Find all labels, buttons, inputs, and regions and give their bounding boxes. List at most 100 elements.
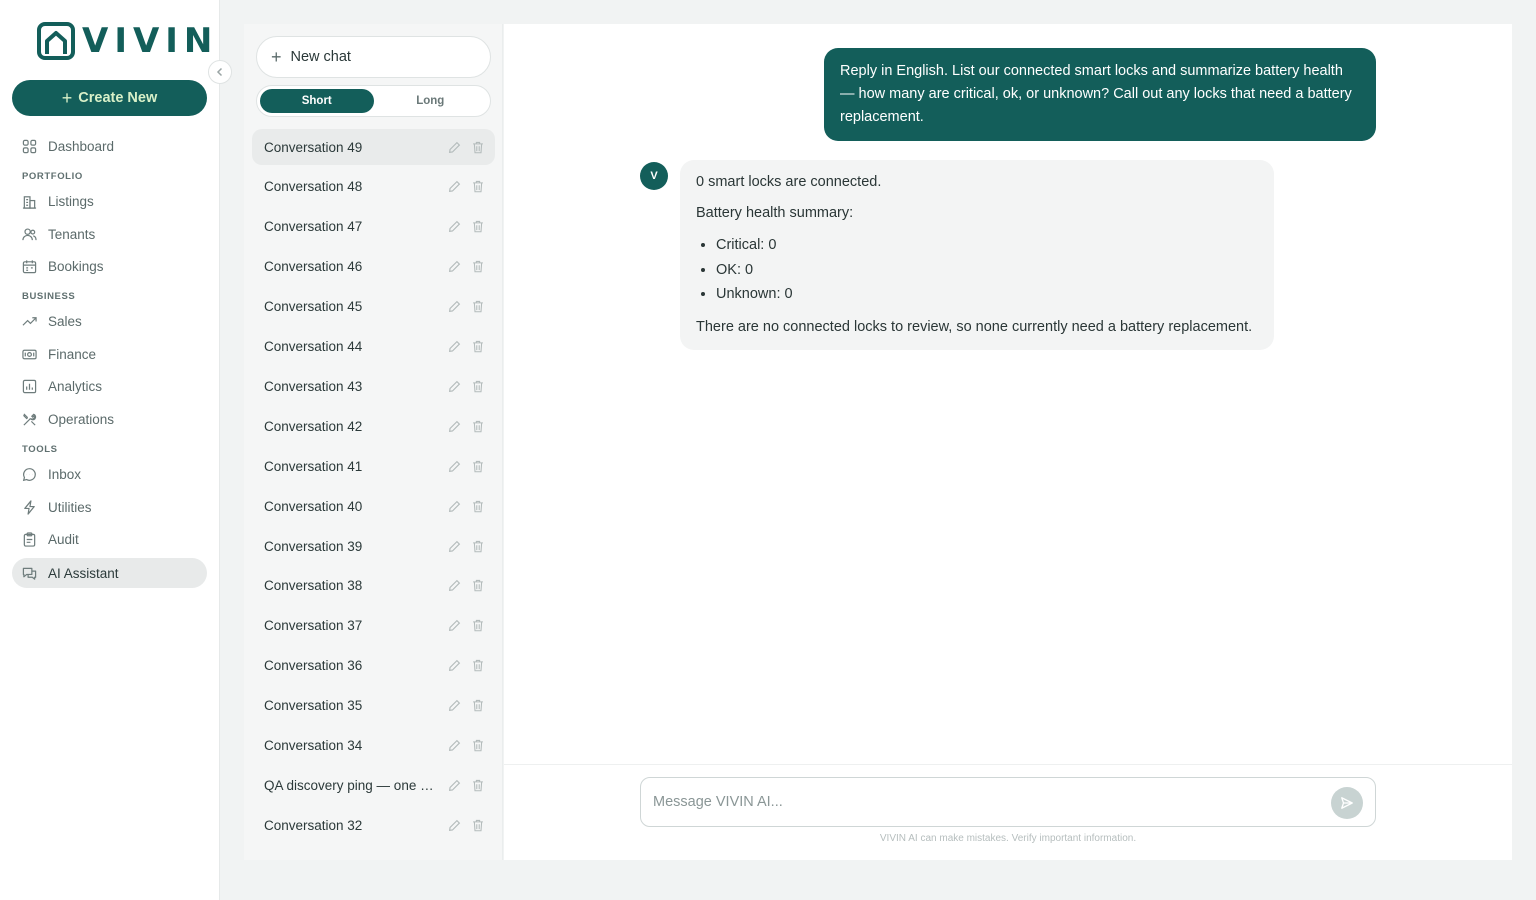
trash-icon[interactable]: [471, 778, 485, 792]
trash-icon[interactable]: [471, 659, 485, 673]
vivin-logo[interactable]: VIVIN: [36, 21, 218, 61]
sidebar-item-label: Audit: [48, 531, 79, 547]
new-chat-button[interactable]: + New chat: [256, 36, 491, 78]
trash-icon[interactable]: [471, 739, 485, 753]
conversation-item[interactable]: Conversation 40: [252, 488, 495, 524]
trash-icon[interactable]: [471, 140, 485, 154]
pencil-icon[interactable]: [447, 499, 461, 513]
pencil-icon[interactable]: [447, 459, 461, 473]
conversation-item[interactable]: Conversation 41: [252, 448, 495, 484]
conversation-title: Conversation 49: [264, 139, 363, 155]
trash-icon[interactable]: [471, 419, 485, 433]
conversation-actions: [447, 528, 485, 564]
pencil-icon[interactable]: [447, 379, 461, 393]
conversation-item[interactable]: Conversation 36: [252, 648, 495, 684]
sidebar-item-sales[interactable]: Sales: [12, 306, 207, 336]
disclaimer: VIVIN AI can make mistakes. Verify impor…: [879, 833, 1137, 844]
pencil-icon[interactable]: [447, 300, 461, 314]
trash-icon[interactable]: [471, 300, 485, 314]
sidebar-item-bookings[interactable]: Bookings: [12, 251, 207, 281]
sidebar-item-utilities[interactable]: Utilities: [12, 492, 207, 522]
send-button[interactable]: [1331, 787, 1363, 819]
toggle-long[interactable]: Long: [374, 89, 488, 113]
conversation-title: Conversation 40: [264, 498, 363, 514]
conversation-item[interactable]: Conversation 45: [252, 289, 495, 325]
pencil-icon[interactable]: [447, 140, 461, 154]
sidebar-item-dashboard[interactable]: Dashboard: [12, 131, 207, 161]
pencil-icon[interactable]: [447, 739, 461, 753]
trash-icon[interactable]: [471, 539, 485, 553]
trash-icon[interactable]: [471, 379, 485, 393]
message-circle-icon: [21, 466, 37, 482]
sidebar-item-label: Dashboard: [48, 138, 115, 154]
message-input[interactable]: [653, 794, 1313, 810]
assistant-message: 0 smart locks are connected. Battery hea…: [680, 160, 1274, 350]
trash-icon[interactable]: [471, 340, 485, 354]
trash-icon[interactable]: [471, 699, 485, 713]
trash-icon[interactable]: [471, 499, 485, 513]
trash-icon[interactable]: [471, 818, 485, 832]
bar-chart-icon: [21, 378, 37, 394]
conversation-item[interactable]: Conversation 48: [252, 169, 495, 205]
list-item: Critical: 0: [716, 233, 1258, 258]
conversation-item[interactable]: Conversation 37: [252, 608, 495, 644]
new-chat-label: New chat: [290, 49, 351, 65]
conversation-item[interactable]: Conversation 38: [252, 568, 495, 604]
trash-icon[interactable]: [471, 459, 485, 473]
send-icon: [1341, 797, 1353, 809]
pencil-icon[interactable]: [447, 659, 461, 673]
conversation-item[interactable]: Conversation 44: [252, 329, 495, 365]
create-new-button[interactable]: + Create New: [12, 80, 207, 116]
pencil-icon[interactable]: [447, 260, 461, 274]
conversation-item[interactable]: Conversation 34: [252, 728, 495, 764]
sidebar-item-ai-assistant[interactable]: AI Assistant: [12, 558, 207, 588]
pencil-icon[interactable]: [447, 539, 461, 553]
sidebar-item-listings[interactable]: Listings: [12, 186, 207, 216]
list-item: OK: 0: [716, 258, 1258, 283]
toggle-short[interactable]: Short: [260, 89, 374, 113]
pencil-icon[interactable]: [447, 419, 461, 433]
conversation-item[interactable]: Conversation 43: [252, 368, 495, 404]
conversation-actions: [447, 249, 485, 285]
pencil-icon[interactable]: [447, 778, 461, 792]
trash-icon[interactable]: [471, 220, 485, 234]
pencil-icon[interactable]: [447, 619, 461, 633]
pencil-icon[interactable]: [447, 699, 461, 713]
sidebar-item-label: Utilities: [48, 499, 92, 515]
conversation-item[interactable]: Conversation 39: [252, 528, 495, 564]
conversation-item[interactable]: Conversation 42: [252, 408, 495, 444]
pencil-icon[interactable]: [447, 220, 461, 234]
pencil-icon[interactable]: [447, 579, 461, 593]
trash-icon[interactable]: [471, 260, 485, 274]
sidebar-item-analytics[interactable]: Analytics: [12, 371, 207, 401]
sidebar-item-inbox[interactable]: Inbox: [12, 459, 207, 489]
trash-icon[interactable]: [471, 579, 485, 593]
conversation-title: Conversation 45: [264, 299, 363, 315]
conversation-item[interactable]: QA discovery ping — one s...: [252, 767, 495, 803]
pencil-icon[interactable]: [447, 818, 461, 832]
conversation-title: Conversation 38: [264, 578, 363, 594]
sidebar-item-operations[interactable]: Operations: [12, 404, 207, 434]
sidebar-item-finance[interactable]: Finance: [12, 339, 207, 369]
create-new-label: Create New: [78, 90, 158, 106]
section-portfolio: PORTFOLIO: [22, 171, 83, 182]
sidebar-item-tenants[interactable]: Tenants: [12, 219, 207, 249]
conversation-title: Conversation 47: [264, 219, 363, 235]
pencil-icon[interactable]: [447, 180, 461, 194]
conversation-item[interactable]: Conversation 46: [252, 249, 495, 285]
battery-summary-list: Critical: 0 OK: 0 Unknown: 0: [716, 233, 1258, 307]
assistant-line: There are no connected locks to review, …: [696, 318, 1253, 335]
trash-icon[interactable]: [471, 180, 485, 194]
conversation-item[interactable]: Conversation 47: [252, 209, 495, 245]
trash-icon[interactable]: [471, 619, 485, 633]
sidebar-item-label: Analytics: [48, 378, 103, 394]
building-icon: [21, 193, 37, 209]
sidebar-item-audit[interactable]: Audit: [12, 524, 207, 554]
collapse-sidebar-button[interactable]: [208, 60, 232, 84]
conversation-item[interactable]: Conversation 32: [252, 807, 495, 843]
pencil-icon[interactable]: [447, 340, 461, 354]
conversation-item[interactable]: Conversation 49: [252, 129, 495, 165]
conversation-item[interactable]: Conversation 35: [252, 688, 495, 724]
conversation-actions: [447, 408, 485, 444]
sidebar-item-label: Tenants: [48, 226, 96, 242]
